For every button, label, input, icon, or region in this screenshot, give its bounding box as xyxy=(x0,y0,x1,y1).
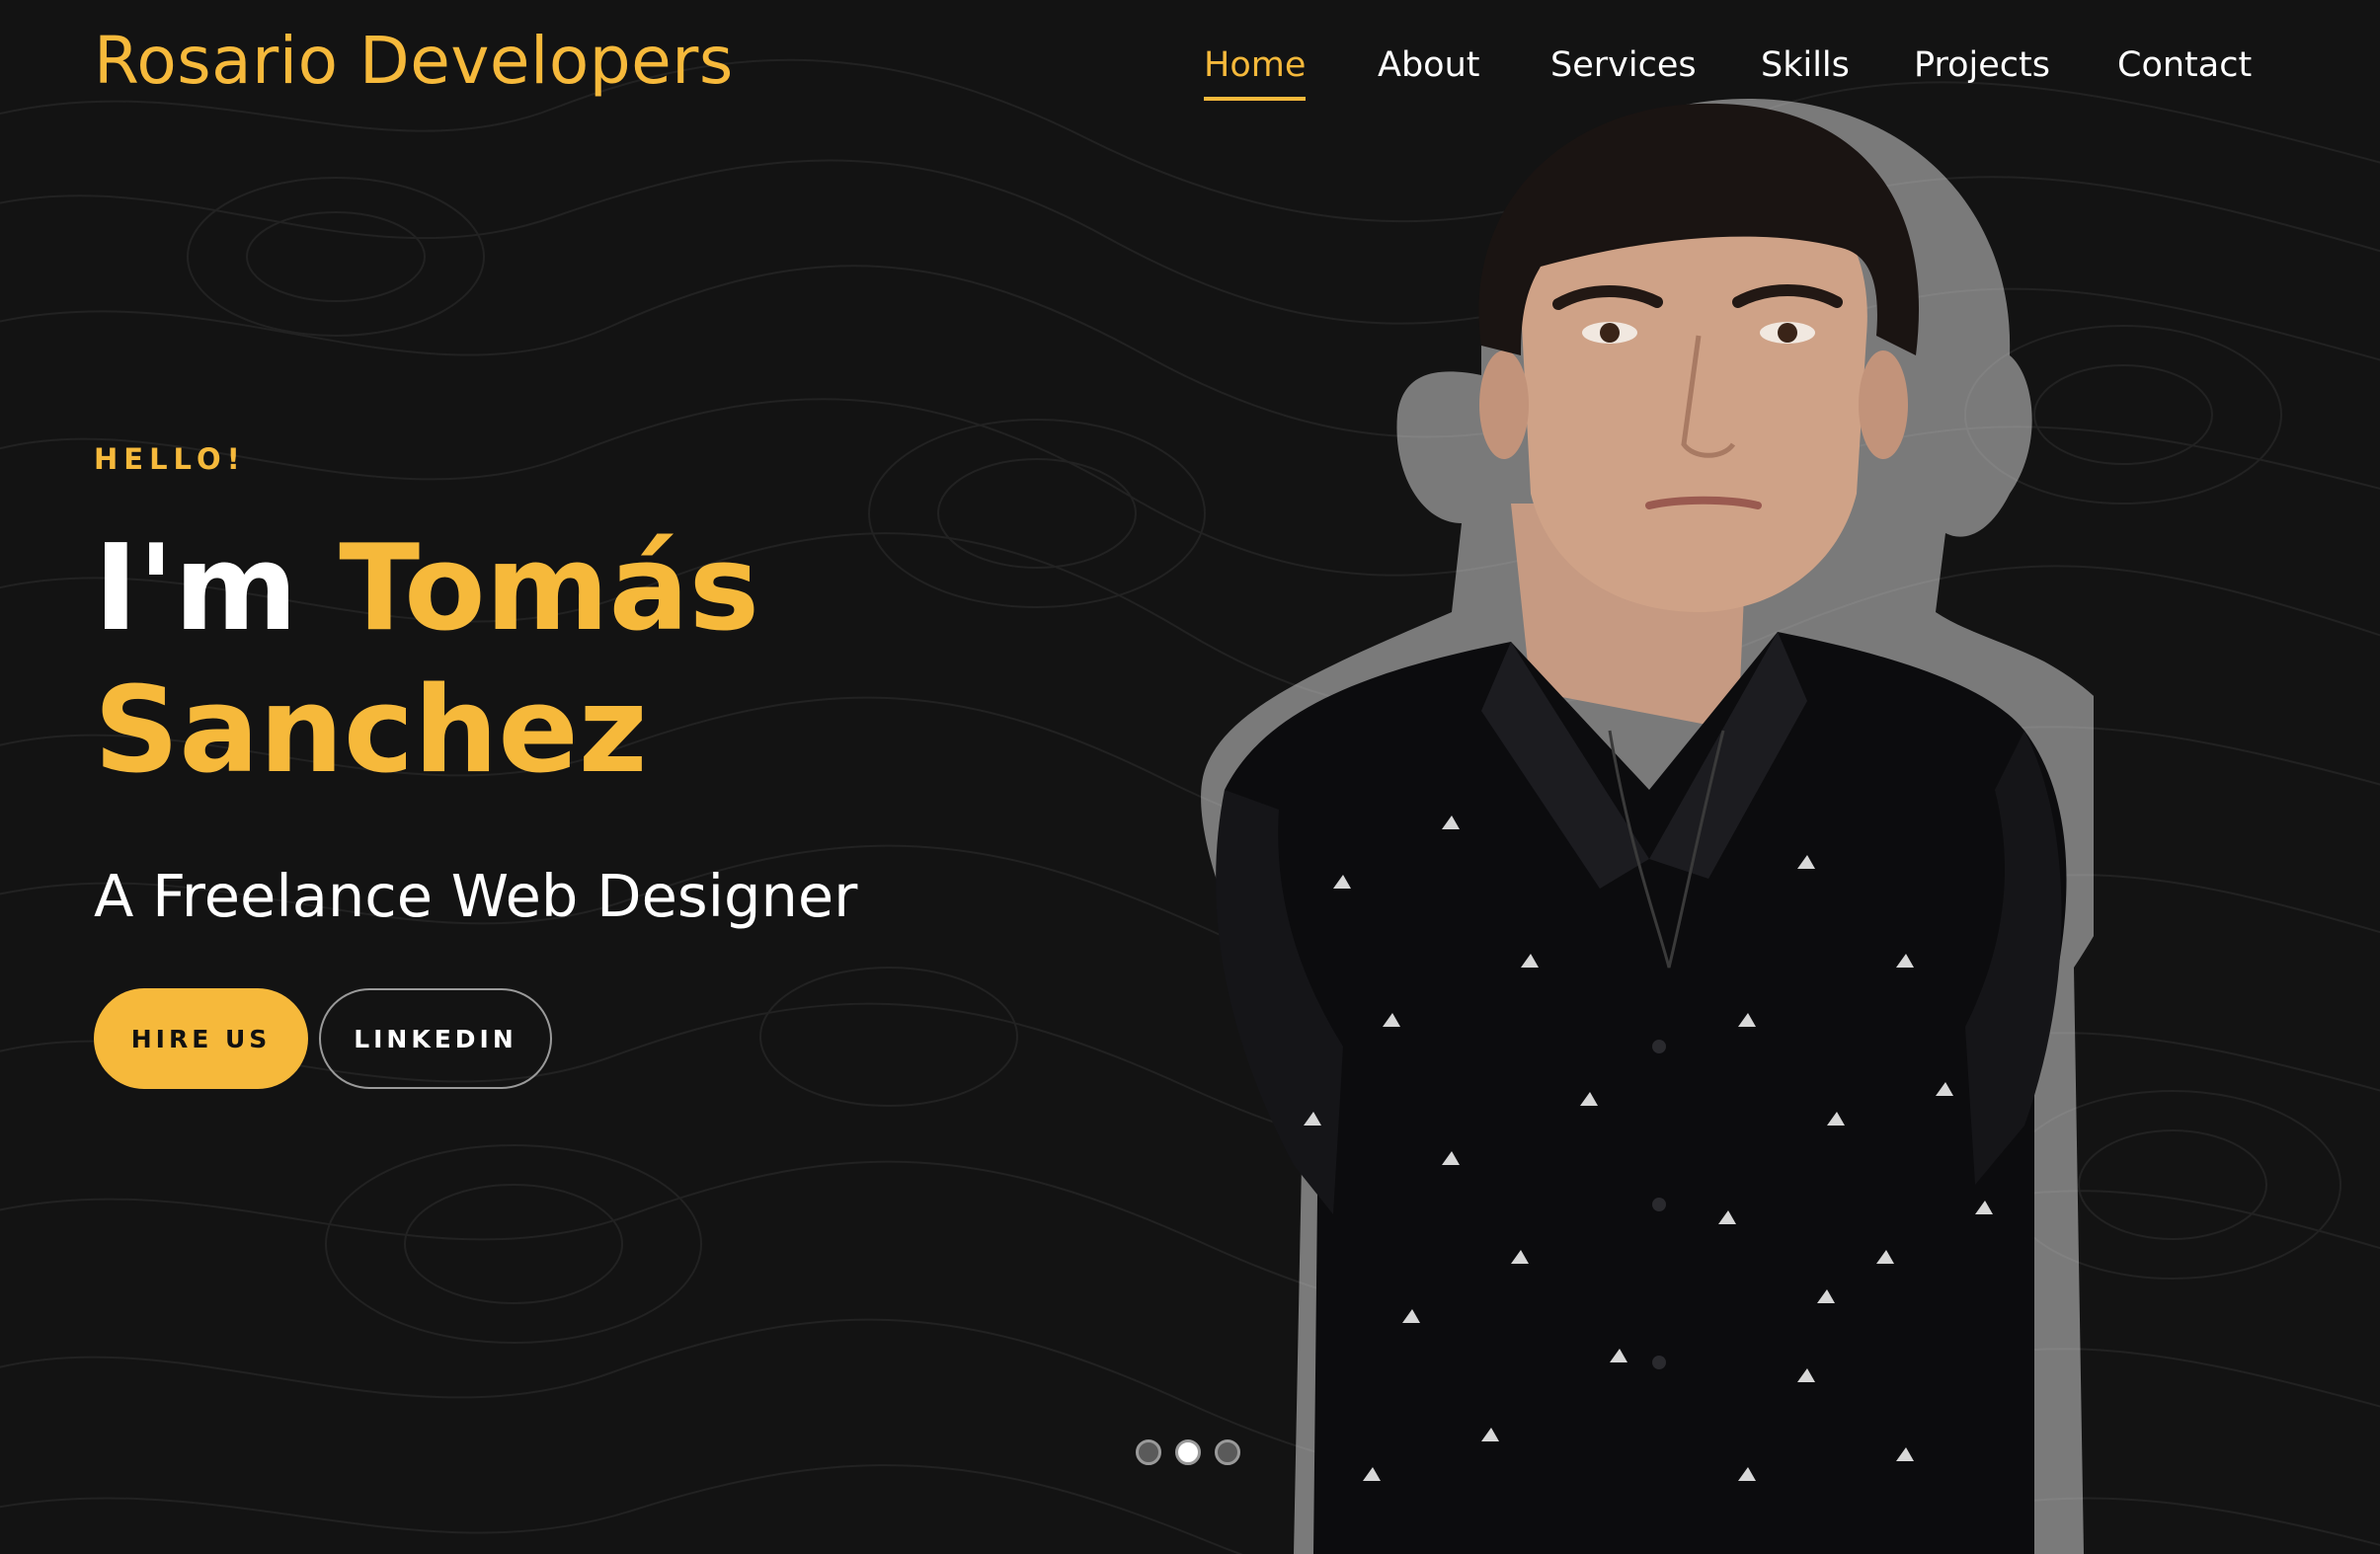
nav-home[interactable]: Home xyxy=(1204,39,1307,101)
carousel-dot-3[interactable] xyxy=(1215,1439,1240,1465)
nav-contact[interactable]: Contact xyxy=(2117,39,2252,91)
linkedin-button[interactable]: LINKEDIN xyxy=(319,988,552,1089)
hero-first-name: Tomás xyxy=(339,520,760,658)
carousel-dots xyxy=(1136,1439,1244,1469)
nav-services[interactable]: Services xyxy=(1550,39,1697,91)
carousel-dot-2[interactable] xyxy=(1175,1439,1201,1465)
carousel-dot-1[interactable] xyxy=(1136,1439,1161,1465)
hero-name: I'm Tomás Sanchez xyxy=(94,518,759,803)
hero-name-prefix: I'm xyxy=(94,520,298,658)
main-nav: Home About Services Skills Projects Cont… xyxy=(1185,39,2281,109)
hire-us-button[interactable]: HIRE US xyxy=(94,988,308,1089)
nav-projects[interactable]: Projects xyxy=(1914,39,2050,91)
hero-greeting: HELLO! xyxy=(94,442,246,476)
hero-subtitle: A Freelance Web Designer xyxy=(94,862,858,930)
nav-about[interactable]: About xyxy=(1378,39,1479,91)
portrait-image xyxy=(1201,99,2094,1554)
nav-skills[interactable]: Skills xyxy=(1761,39,1850,91)
brand-logo[interactable]: Rosario Developers xyxy=(94,22,734,101)
hero-last-name: Sanchez xyxy=(94,662,648,800)
